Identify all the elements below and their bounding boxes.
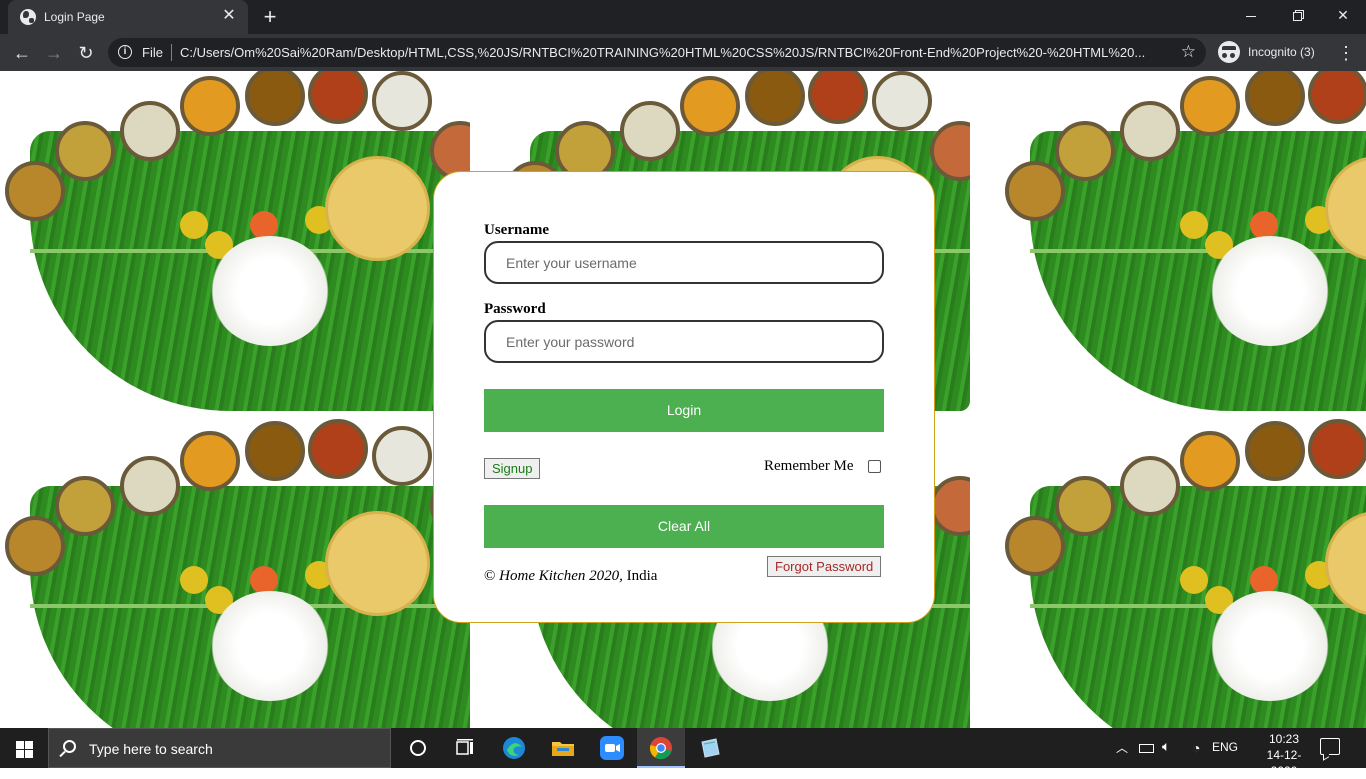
clock-date: 14-12-2020 [1266,748,1302,778]
volume-icon[interactable]: 🔈︎ [1162,738,1170,755]
reload-icon[interactable]: ↻ [72,39,100,67]
page-viewport: Username Password Login Signup Remember … [0,71,1366,728]
thali-tile [0,71,470,416]
task-view-icon[interactable] [451,734,479,762]
chrome-icon [647,734,675,762]
network-icon[interactable]: ◔ [1192,740,1200,756]
incognito-icon [1218,41,1240,63]
tab-title: Login Page [44,10,105,24]
thali-tile [1000,416,1366,728]
new-tab-button[interactable]: + [258,5,282,29]
clear-all-button[interactable]: Clear All [484,505,884,548]
thali-tile [0,416,470,728]
info-icon[interactable]: i [118,45,132,59]
globe-icon [20,9,36,25]
taskbar-clock[interactable]: 10:23 14-12-2020 [1256,731,1312,779]
password-label: Password [484,301,546,317]
search-placeholder: Type here to search [89,741,213,757]
file-explorer-icon[interactable] [549,734,577,762]
notification-icon[interactable] [1320,738,1340,755]
footer-brand: Home Kitchen 2020, [499,568,623,584]
close-window-button[interactable]: ✕ [1320,0,1366,30]
chevron-up-icon[interactable]: ︿ [1116,739,1128,756]
close-tab-icon[interactable]: ✕ [220,7,238,25]
footer-country: India [626,568,658,584]
forgot-password-button[interactable]: Forgot Password [767,556,882,577]
address-separator [171,44,172,61]
remember-me-label: Remember Me [764,458,854,474]
login-card: Username Password Login Signup Remember … [433,171,935,623]
zoom-icon[interactable] [598,734,626,762]
search-icon [63,740,76,753]
copyright-symbol: © [484,568,496,584]
clock-time: 10:23 [1268,732,1300,746]
menu-icon[interactable]: ⋮ [1334,39,1358,67]
system-tray: ︿ 🔈︎ ◔ ENG [1114,728,1254,768]
battery-icon[interactable] [1139,744,1154,753]
incognito-label: Incognito (3) [1248,45,1315,59]
chrome-taskbar-active[interactable] [637,728,685,768]
windows-start-icon[interactable] [0,728,48,768]
url-text[interactable]: C:/Users/Om%20Sai%20Ram/Desktop/HTML,CSS… [180,45,1170,60]
language-indicator[interactable]: ENG [1212,740,1238,754]
browser-toolbar: ← → ↻ i File C:/Users/Om%20Sai%20Ram/Des… [0,34,1366,71]
browser-titlebar: Login Page ✕ + ✕ [0,0,1366,34]
password-input[interactable] [484,320,884,363]
restore-button[interactable] [1274,0,1320,30]
star-icon[interactable]: ☆ [1181,42,1196,62]
browser-tab[interactable]: Login Page ✕ [8,0,248,34]
edge-icon[interactable] [500,734,528,762]
taskbar-search[interactable]: Type here to search [48,728,391,768]
cortana-icon[interactable] [404,734,432,762]
login-button[interactable]: Login [484,389,884,432]
scheme-label: File [142,45,163,60]
back-arrow-icon[interactable]: ← [8,39,36,67]
address-bar[interactable]: i File C:/Users/Om%20Sai%20Ram/Desktop/H… [108,38,1206,67]
forward-arrow-icon[interactable]: → [40,39,68,67]
thali-tile [1000,71,1366,416]
username-label: Username [484,222,549,238]
minimize-button[interactable] [1228,0,1274,30]
windows-taskbar: Type here to search ︿ 🔈︎ ◔ ENG 10:23 14-… [0,728,1366,778]
signup-button[interactable]: Signup [484,458,541,479]
username-input[interactable] [484,241,884,284]
app-icon[interactable] [696,734,724,762]
footer-text: © Home Kitchen 2020, India [484,568,657,585]
remember-me-checkbox[interactable] [868,460,881,473]
